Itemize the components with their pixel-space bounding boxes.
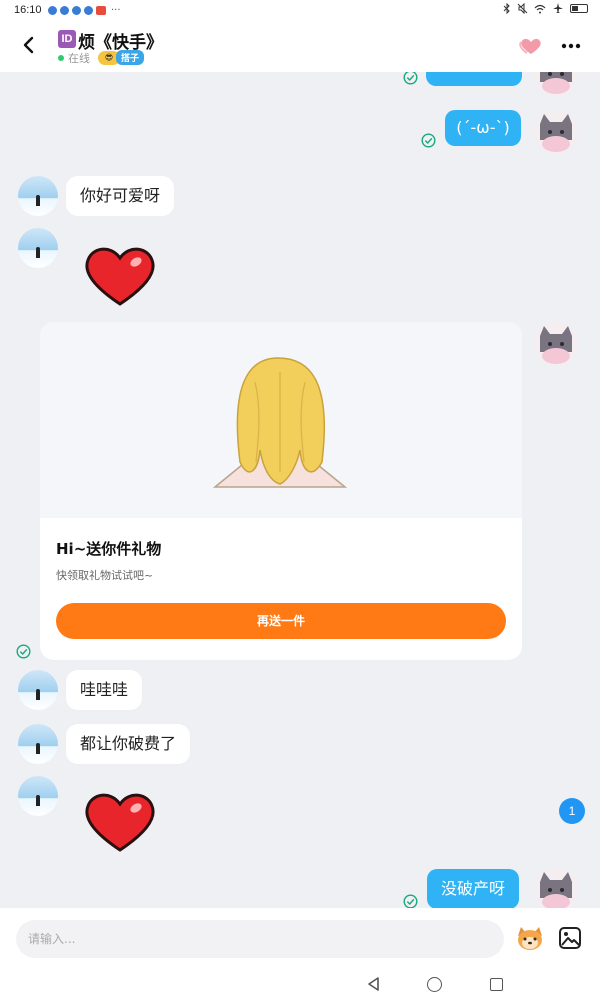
send-again-button[interactable]: 再送一件 xyxy=(56,603,506,639)
system-icons xyxy=(503,3,588,14)
contact-message-bubble[interactable]: 哇哇哇 xyxy=(66,670,143,710)
contact-message-bubble[interactable]: 你好可爱呀 xyxy=(66,176,175,216)
app-notification-icon xyxy=(48,6,57,15)
status-time: 16:10 xyxy=(14,4,42,16)
heart-sticker-icon[interactable] xyxy=(82,790,158,854)
gift-image xyxy=(40,322,522,518)
online-status: 在线 xyxy=(68,52,90,65)
my-avatar[interactable] xyxy=(534,868,578,908)
contact-avatar[interactable] xyxy=(18,724,58,764)
my-message-bubble[interactable]: 没破产呀 xyxy=(427,869,520,908)
more-icon[interactable] xyxy=(560,36,582,56)
my-message-bubble[interactable]: (ˊ-ω-ˋ) xyxy=(445,110,521,146)
message-input[interactable] xyxy=(16,920,504,958)
airplane-icon xyxy=(553,3,563,13)
contact-message-bubble[interactable]: 都让你破费了 xyxy=(66,724,191,764)
check-icon xyxy=(421,133,436,148)
nav-home-icon[interactable] xyxy=(427,977,442,992)
more-notifications-icon: ··· xyxy=(111,5,121,16)
online-dot xyxy=(58,55,64,61)
my-avatar[interactable] xyxy=(534,72,578,96)
image-icon[interactable] xyxy=(558,926,582,950)
my-message-bubble[interactable] xyxy=(426,72,522,86)
contact-avatar[interactable] xyxy=(18,176,58,216)
gift-title: Hi~送你件礼物 xyxy=(56,540,162,558)
app-notification-icon xyxy=(60,6,69,15)
heart-icon[interactable] xyxy=(518,36,544,56)
gift-card[interactable]: Hi~送你件礼物 快领取礼物试试吧~ 再送一件 xyxy=(40,322,522,660)
battery-icon xyxy=(570,4,588,13)
gift-subtitle: 快领取礼物试试吧~ xyxy=(56,569,154,582)
check-icon xyxy=(16,644,31,659)
contact-avatar[interactable] xyxy=(18,228,58,268)
wifi-icon xyxy=(534,4,546,13)
heart-sticker-icon[interactable] xyxy=(82,244,158,308)
nav-back-icon[interactable] xyxy=(366,976,382,992)
back-arrow-icon[interactable] xyxy=(18,34,40,56)
relation-tag-label: 搭子 xyxy=(116,50,145,65)
status-bar: 16:10 ··· xyxy=(0,0,600,20)
my-avatar[interactable] xyxy=(534,322,578,366)
id-badge: ID xyxy=(58,30,76,48)
mute-icon xyxy=(517,3,528,14)
input-bar xyxy=(0,908,600,968)
system-nav-bar xyxy=(0,968,600,1000)
contact-avatar[interactable] xyxy=(18,670,58,710)
app-notification-icon xyxy=(72,6,81,15)
unread-count-badge[interactable]: 1 xyxy=(559,798,585,824)
message-list[interactable]: (ˊ-ω-ˋ) 你好可爱呀 Hi~送你件礼物 快领取礼物试试吧~ 再送一件 哇哇… xyxy=(0,72,600,908)
check-icon xyxy=(403,894,418,908)
relation-tag[interactable]: 😎 搭子 xyxy=(98,50,145,65)
emoji-icon[interactable] xyxy=(515,924,545,952)
app-notification-icon xyxy=(96,6,106,15)
chat-header: ID 烦《快手》 在线 😎 搭子 xyxy=(0,20,600,72)
notification-icons: ··· xyxy=(48,5,121,16)
bluetooth-icon xyxy=(503,3,510,14)
contact-avatar[interactable] xyxy=(18,776,58,816)
my-avatar[interactable] xyxy=(534,110,578,154)
nav-recent-icon[interactable] xyxy=(490,978,503,991)
check-icon xyxy=(403,72,418,85)
app-notification-icon xyxy=(84,6,93,15)
